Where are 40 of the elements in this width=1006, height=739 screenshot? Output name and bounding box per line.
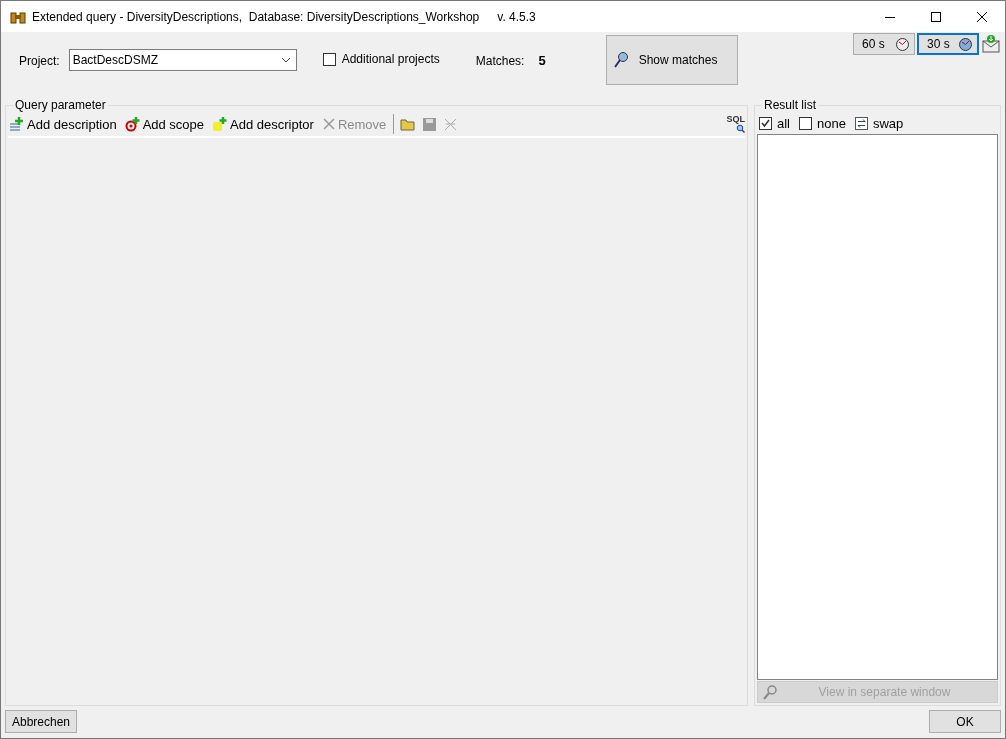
toolbar-button[interactable]: Add scope bbox=[123, 116, 206, 132]
version-label: v. 4.5.3 bbox=[497, 9, 536, 24]
list-plus-icon bbox=[9, 116, 25, 132]
cancel-button[interactable]: Abbrechen bbox=[5, 710, 77, 733]
checkbox[interactable] bbox=[322, 52, 336, 66]
toolbar-button[interactable]: Add descriptor bbox=[211, 116, 315, 132]
checkbox[interactable] bbox=[799, 116, 812, 130]
matches-count: 5 bbox=[538, 53, 546, 68]
magnifier-icon bbox=[736, 124, 745, 133]
sql-search-button[interactable]: SQL bbox=[726, 115, 745, 133]
toolbar-button[interactable]: Add description bbox=[8, 116, 118, 132]
timer-button[interactable]: 60 s bbox=[853, 33, 915, 55]
window-title: Extended query - DiversityDescriptions, Database: DiversityDescriptions_Workshop bbox=[32, 9, 480, 24]
swap-arrows-icon[interactable] bbox=[854, 116, 868, 130]
project-dropdown[interactable]: BactDescDSMZ bbox=[68, 49, 297, 71]
close-icon[interactable] bbox=[976, 10, 988, 23]
tag-plus-icon bbox=[212, 116, 229, 132]
cross-icon bbox=[321, 117, 336, 131]
timer-button[interactable]: 30 s bbox=[917, 33, 979, 55]
project-label: Project: bbox=[19, 54, 60, 68]
clock-icon bbox=[895, 36, 910, 52]
group-title: Result list bbox=[763, 98, 817, 112]
folder-icon[interactable] bbox=[400, 117, 417, 131]
checkbox-label: Additional projects bbox=[341, 52, 440, 66]
chevron-down-icon bbox=[280, 57, 291, 63]
checkbox[interactable] bbox=[759, 116, 772, 130]
checkbox-label: all bbox=[777, 115, 790, 131]
target-plus-icon bbox=[124, 116, 141, 132]
magnifier-icon bbox=[762, 684, 778, 700]
group-title: Query parameter bbox=[14, 98, 107, 112]
matches-label: Matches: bbox=[475, 54, 525, 68]
magnifier-icon bbox=[612, 51, 629, 69]
checkbox-label: none bbox=[817, 115, 846, 131]
maximize-icon[interactable] bbox=[930, 10, 942, 23]
envelope-download-icon[interactable] bbox=[981, 34, 1001, 54]
binoculars-icon bbox=[10, 9, 26, 24]
swap-label: swap bbox=[872, 115, 904, 131]
clock-icon bbox=[958, 36, 973, 52]
ok-button[interactable]: OK bbox=[929, 710, 1001, 733]
show-matches-button[interactable]: Show matches bbox=[605, 35, 738, 85]
